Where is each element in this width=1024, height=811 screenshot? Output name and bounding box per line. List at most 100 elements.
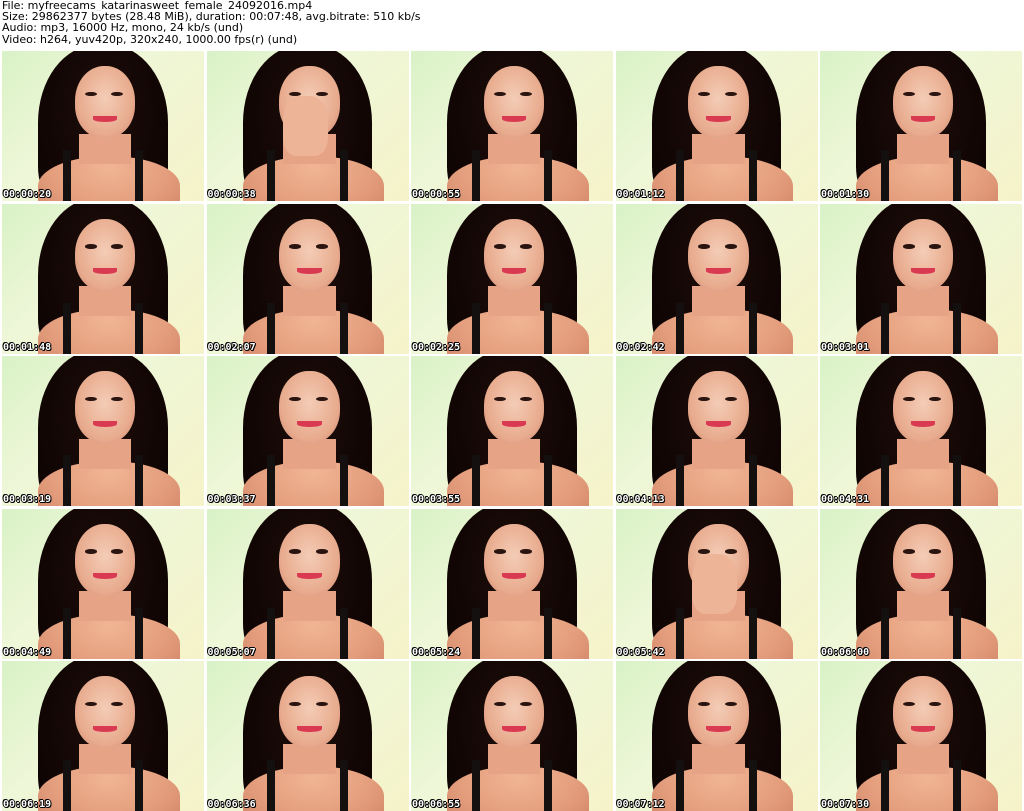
- thumbnail-face-shape: [892, 66, 954, 138]
- thumbnail-eye-l-shape: [902, 549, 915, 554]
- thumbnail-neck-shape: [78, 743, 132, 774]
- thumbnail-timestamp: 00:07:12: [616, 799, 665, 810]
- thumbnail-eye-l-shape: [902, 244, 915, 249]
- thumbnail-eye-l-shape: [698, 396, 711, 401]
- thumbnail-eye-l-shape: [493, 701, 506, 706]
- thumbnail-face-shape: [483, 676, 545, 748]
- thumbnail-strap-r-shape: [339, 607, 348, 659]
- thumbnail-face-shape: [483, 371, 545, 443]
- thumbnail-eye-r-shape: [929, 396, 942, 401]
- thumbnail-eye-l-shape: [84, 701, 97, 706]
- thumbnail-eye-l-shape: [698, 244, 711, 249]
- thumbnail-mouth-shape: [706, 115, 731, 122]
- thumbnail-eye-r-shape: [520, 701, 533, 706]
- thumbnail-mouth-shape: [910, 268, 936, 274]
- thumbnail-timestamp: 00:06:36: [207, 799, 256, 810]
- thumbnail-neck-shape: [896, 286, 950, 316]
- thumbnail-neck-shape: [692, 133, 745, 164]
- thumbnail-mouth-shape: [706, 725, 731, 732]
- thumbnail-eye-r-shape: [724, 396, 737, 401]
- thumbnail-strap-r-shape: [748, 302, 757, 354]
- thumbnail-strap-l-shape: [267, 302, 276, 354]
- thumbnail-eye-l-shape: [902, 396, 915, 401]
- thumbnail-strap-r-shape: [953, 607, 962, 659]
- thumbnail-neck-shape: [283, 438, 336, 469]
- thumbnail-strap-l-shape: [62, 302, 71, 354]
- thumbnail-face-shape: [688, 218, 749, 291]
- thumbnail-eye-r-shape: [111, 396, 124, 401]
- thumbnail-eye-r-shape: [315, 396, 328, 401]
- thumbnail-neck-shape: [692, 743, 745, 774]
- thumbnail-timestamp: 00:07:30: [821, 799, 870, 810]
- thumbnail-face-shape: [892, 371, 954, 443]
- thumbnail-strap-l-shape: [880, 760, 889, 811]
- thumbnail-timestamp: 00:03:01: [821, 341, 870, 353]
- thumbnail-strap-l-shape: [267, 150, 276, 201]
- thumbnail-mouth-shape: [92, 115, 118, 122]
- thumbnail-eye-l-shape: [84, 396, 97, 401]
- video-thumbnail: 00:05:07: [206, 508, 409, 659]
- thumbnail-timestamp: 00:05:24: [412, 646, 461, 658]
- thumbnail-timestamp: 00:05:42: [616, 646, 665, 658]
- thumbnail-face-shape: [892, 676, 954, 748]
- video-thumbnail: 00:01:30: [820, 51, 1022, 201]
- thumbnail-timestamp: 00:04:49: [3, 646, 52, 658]
- thumbnail-neck-shape: [692, 438, 745, 469]
- thumbnail-timestamp: 00:06:00: [821, 646, 870, 658]
- thumbnail-mouth-shape: [92, 420, 118, 427]
- thumbnail-timestamp: 00:03:55: [412, 494, 461, 505]
- thumbnail-timestamp: 00:04:13: [616, 494, 665, 505]
- thumbnail-strap-l-shape: [62, 607, 71, 659]
- thumbnail-face-shape: [279, 371, 340, 443]
- thumbnail-neck-shape: [487, 286, 541, 316]
- thumbnail-timestamp: 00:01:12: [616, 189, 665, 200]
- thumbnail-strap-r-shape: [544, 455, 553, 506]
- video-thumbnail: 00:00:20: [2, 51, 204, 201]
- thumbnail-eye-l-shape: [493, 91, 506, 96]
- thumbnail-strap-r-shape: [135, 455, 144, 506]
- thumbnail-strap-l-shape: [880, 302, 889, 354]
- thumbnail-face-shape: [74, 66, 136, 138]
- thumbnail-eye-l-shape: [84, 244, 97, 249]
- thumbnail-neck-shape: [283, 286, 336, 316]
- thumbnail-strap-r-shape: [953, 150, 962, 201]
- thumbnail-mouth-shape: [706, 420, 731, 427]
- thumbnail-mouth-shape: [297, 420, 322, 427]
- video-thumbnail: 00:01:12: [615, 51, 818, 201]
- thumbnail-strap-r-shape: [135, 302, 144, 354]
- thumbnail-strap-l-shape: [471, 607, 480, 659]
- thumbnail-neck-shape: [487, 591, 541, 621]
- thumbnail-eye-r-shape: [724, 91, 737, 96]
- thumbnail-neck-shape: [78, 438, 132, 469]
- thumbnail-timestamp: 00:02:25: [412, 341, 461, 353]
- thumbnail-mouth-shape: [297, 725, 322, 732]
- video-thumbnail: 00:04:49: [2, 508, 204, 659]
- thumbnail-eye-l-shape: [289, 701, 302, 706]
- thumbnail-strap-l-shape: [471, 150, 480, 201]
- thumbnail-neck-shape: [896, 438, 950, 469]
- thumbnail-eye-r-shape: [520, 396, 533, 401]
- video-thumbnail: 00:05:24: [411, 508, 613, 659]
- thumbnail-face-shape: [688, 371, 749, 443]
- thumbnail-timestamp: 00:00:38: [207, 189, 256, 200]
- thumbnail-timestamp: 00:06:55: [412, 799, 461, 810]
- thumbnail-mouth-shape: [501, 725, 527, 732]
- video-thumbnail: 00:03:55: [411, 356, 613, 506]
- thumbnail-neck-shape: [896, 743, 950, 774]
- thumbnail-strap-r-shape: [339, 455, 348, 506]
- thumbnail-face-shape: [483, 523, 545, 596]
- video-thumbnail: 00:02:42: [615, 203, 818, 354]
- file-name-line: File: myfreecams_katarinasweet_female_24…: [2, 0, 313, 12]
- thumbnail-face-shape: [74, 676, 136, 748]
- thumbnail-eye-l-shape: [289, 549, 302, 554]
- thumbnail-eye-r-shape: [929, 91, 942, 96]
- thumbnail-strap-r-shape: [544, 760, 553, 811]
- thumbnail-strap-l-shape: [676, 760, 685, 811]
- thumbnail-eye-l-shape: [493, 396, 506, 401]
- video-thumbnail: 00:07:30: [820, 661, 1022, 811]
- thumbnail-strap-r-shape: [544, 150, 553, 201]
- thumbnail-eye-r-shape: [724, 701, 737, 706]
- thumbnail-strap-r-shape: [748, 760, 757, 811]
- thumbnail-strap-r-shape: [953, 760, 962, 811]
- thumbnail-strap-r-shape: [339, 150, 348, 201]
